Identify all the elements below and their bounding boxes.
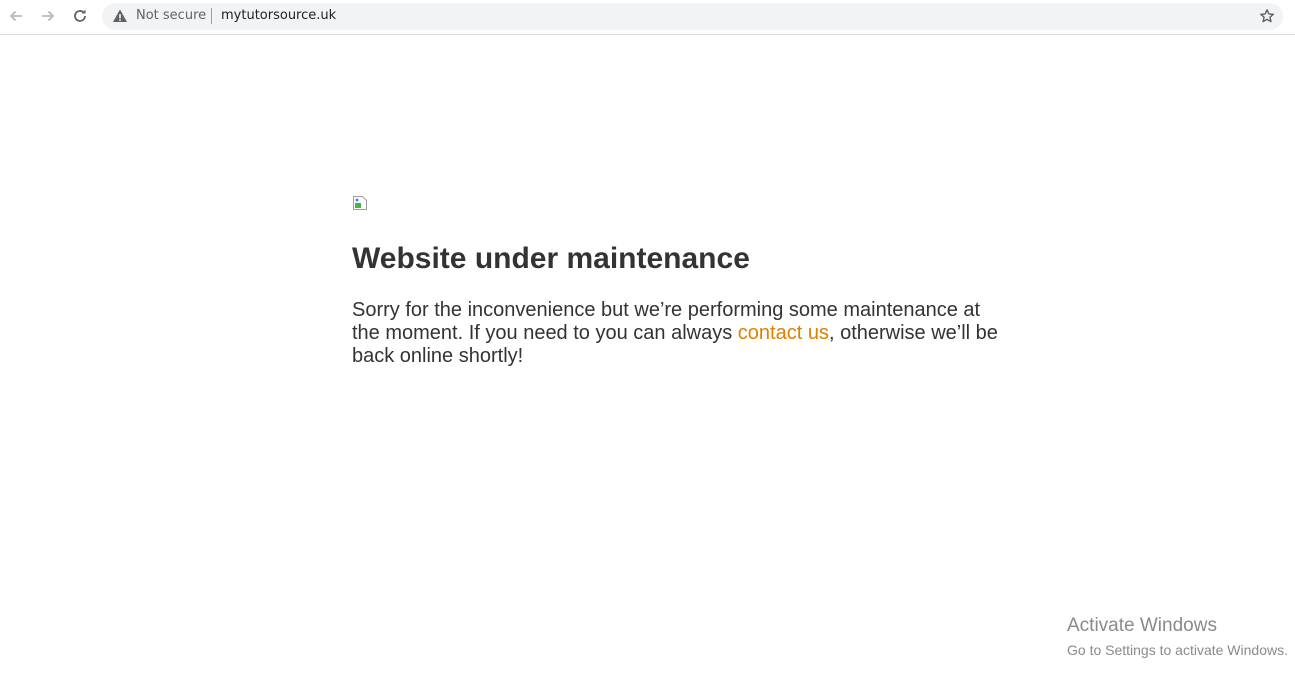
- url-text[interactable]: mytutorsource.uk: [221, 8, 336, 23]
- activate-windows-subtitle: Go to Settings to activate Windows.: [1067, 642, 1288, 658]
- security-status-label[interactable]: Not secure: [136, 8, 206, 23]
- maintenance-message: Sorry for the inconvenience but we’re pe…: [352, 299, 1012, 368]
- page-title: Website under maintenance: [352, 242, 750, 275]
- maintenance-content: Website under maintenance Sorry for the …: [352, 195, 1012, 368]
- address-bar[interactable]: Not secure mytutorsource.uk: [102, 3, 1283, 30]
- broken-image-icon: [353, 196, 367, 210]
- forward-button[interactable]: [36, 4, 60, 28]
- browser-toolbar: Not secure mytutorsource.uk: [0, 0, 1295, 35]
- activate-windows-title: Activate Windows: [1067, 615, 1217, 636]
- reload-icon: [74, 9, 86, 22]
- back-button[interactable]: [4, 4, 28, 28]
- reload-button[interactable]: [68, 4, 92, 28]
- back-arrow-icon: [9, 10, 22, 22]
- contact-us-link[interactable]: contact us: [738, 322, 829, 344]
- forward-arrow-icon: [42, 10, 55, 22]
- omnibox-divider: [211, 8, 212, 24]
- warning-icon[interactable]: [112, 8, 128, 24]
- star-icon[interactable]: [1259, 8, 1275, 24]
- activate-windows-watermark: Activate Windows Go to Settings to activ…: [1067, 614, 1288, 660]
